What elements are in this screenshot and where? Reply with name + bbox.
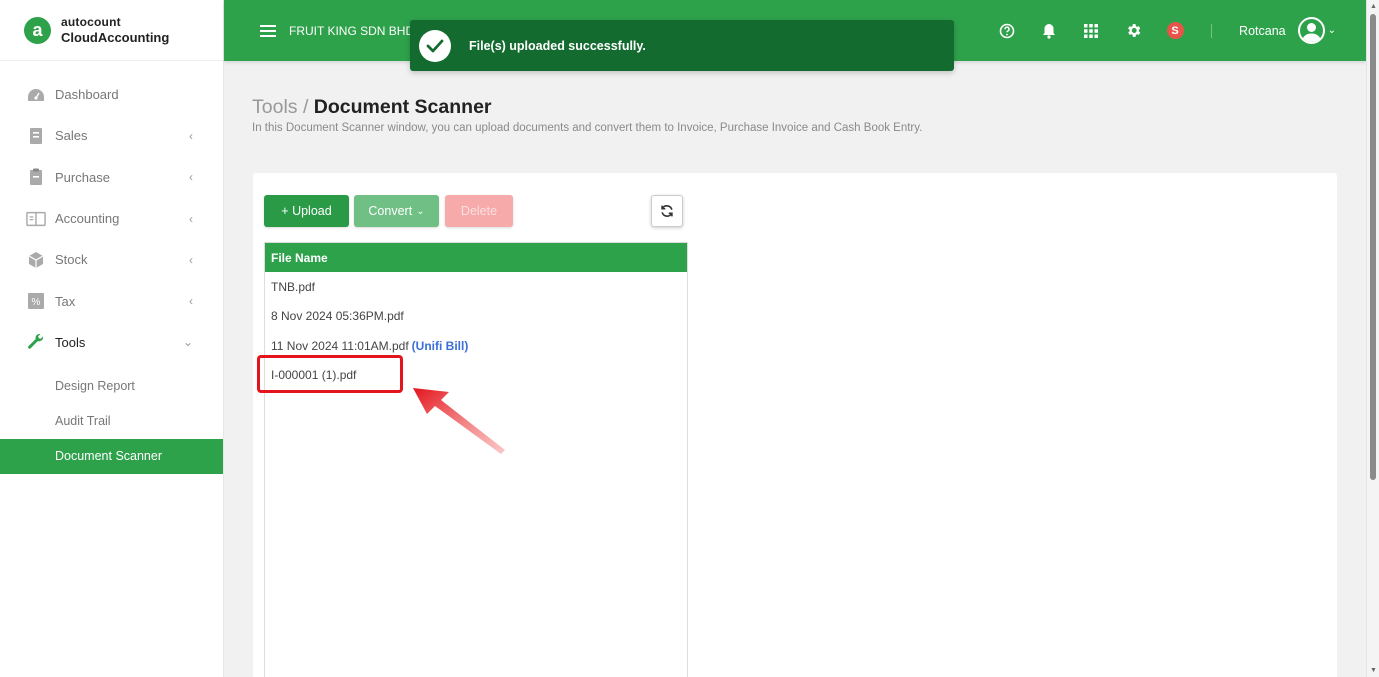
autocount-logo-icon: a	[24, 16, 51, 44]
sidebar-subitem-document-scanner[interactable]: Document Scanner	[0, 438, 223, 474]
annotation-arrow-icon	[413, 388, 505, 454]
sales-icon	[26, 126, 46, 146]
toast-message: File(s) uploaded successfully.	[469, 38, 646, 53]
accounting-icon	[26, 209, 46, 229]
svg-text:%: %	[32, 297, 41, 308]
upload-button[interactable]: + Upload	[264, 195, 349, 227]
sidebar-item-dashboard[interactable]: Dashboard	[0, 74, 223, 115]
purchase-icon	[26, 167, 46, 187]
sidebar-item-stock[interactable]: Stock ‹	[0, 239, 223, 280]
chevron-left-icon: ‹	[189, 211, 193, 226]
scrollbar-thumb[interactable]	[1370, 14, 1376, 480]
chevron-left-icon: ‹	[189, 294, 193, 309]
dashboard-icon	[26, 85, 46, 105]
app-logo[interactable]: a autocount CloudAccounting	[0, 0, 223, 61]
sidebar-item-tools[interactable]: Tools ⌄	[0, 322, 223, 363]
status-badge-label: S	[1166, 22, 1184, 39]
file-name: TNB.pdf	[271, 279, 316, 294]
sidebar-item-sales[interactable]: Sales ‹	[0, 115, 223, 156]
chevron-left-icon: ‹	[189, 128, 193, 143]
sidebar-item-purchase[interactable]: Purchase ‹	[0, 157, 223, 198]
help-icon[interactable]	[997, 21, 1017, 41]
sidebar-item-label: Tools	[55, 334, 86, 350]
apps-grid-icon[interactable]	[1081, 21, 1101, 41]
wrench-icon	[26, 332, 46, 352]
chevron-left-icon: ‹	[189, 252, 193, 267]
file-name: 11 Nov 2024 11:01AM.pdf	[271, 338, 409, 353]
sidebar-subitem-design-report[interactable]: Design Report	[0, 368, 223, 403]
logo-product-text: CloudAccounting	[61, 30, 170, 45]
check-circle-icon	[419, 29, 451, 62]
refresh-icon	[661, 205, 673, 217]
avatar[interactable]	[1297, 17, 1325, 44]
sidebar-item-accounting[interactable]: Accounting ‹	[0, 198, 223, 239]
breadcrumb-current: Document Scanner	[313, 96, 492, 118]
annotation-highlight-box	[257, 355, 403, 393]
sidebar-item-label: Sales	[55, 128, 88, 144]
sidebar-item-label: Tax	[55, 293, 76, 309]
sidebar-subitem-audit-trail[interactable]: Audit Trail	[0, 403, 223, 438]
tax-icon: %	[26, 291, 46, 311]
refresh-button[interactable]	[651, 195, 683, 227]
logo-brand-text: autocount	[61, 15, 121, 29]
sidebar-nav: Dashboard Sales ‹ Purchase ‹ Accounting …	[0, 74, 223, 363]
header-divider	[1211, 23, 1213, 38]
table-row[interactable]: TNB.pdf	[265, 272, 687, 302]
chevron-left-icon: ‹	[189, 170, 193, 185]
sidebar-item-label: Dashboard	[55, 87, 119, 103]
page-description: In this Document Scanner window, you can…	[252, 122, 923, 134]
chevron-down-icon: ⌄	[182, 335, 193, 350]
chevron-down-icon[interactable]: ⌄	[1328, 25, 1336, 36]
table-row[interactable]: 8 Nov 2024 05:36PM.pdf	[265, 302, 687, 332]
gear-icon[interactable]	[1123, 21, 1143, 41]
stock-icon	[26, 250, 46, 270]
file-tag: (Unifi Bill)	[411, 338, 469, 353]
user-name[interactable]: Rotcana	[1239, 24, 1286, 38]
sidebar: a autocount CloudAccounting Dashboard Sa…	[0, 0, 224, 677]
delete-button[interactable]: Delete	[445, 195, 513, 227]
vertical-scrollbar[interactable]: ▲ ▼	[1366, 0, 1379, 677]
file-table: File Name TNB.pdf 8 Nov 2024 05:36PM.pdf…	[264, 242, 688, 677]
bell-icon[interactable]	[1039, 21, 1059, 41]
scroll-up-icon[interactable]: ▲	[1370, 3, 1377, 10]
sidebar-item-tax[interactable]: % Tax ‹	[0, 280, 223, 321]
chevron-down-icon: ⌄	[416, 205, 425, 217]
breadcrumb-separator: /	[297, 96, 314, 118]
hamburger-menu-icon[interactable]	[260, 22, 276, 40]
company-name[interactable]: FRUIT KING SDN BHD	[289, 24, 414, 38]
file-name: 8 Nov 2024 05:36PM.pdf	[271, 309, 404, 324]
convert-button[interactable]: Convert ⌄	[354, 195, 439, 227]
breadcrumb-parent[interactable]: Tools	[252, 96, 298, 118]
scroll-down-icon[interactable]: ▼	[1370, 667, 1377, 674]
sidebar-item-label: Purchase	[55, 169, 110, 185]
sidebar-item-label: Accounting	[55, 211, 120, 227]
convert-button-label: Convert	[368, 204, 413, 218]
tools-submenu: Design Report Audit Trail Document Scann…	[0, 368, 223, 474]
status-badge[interactable]: S	[1165, 21, 1185, 41]
upload-success-toast[interactable]: File(s) uploaded successfully.	[410, 20, 954, 71]
page-title: Tools / Document Scanner	[252, 96, 492, 119]
sidebar-item-label: Stock	[55, 252, 88, 268]
column-header-file-name[interactable]: File Name	[265, 243, 687, 272]
